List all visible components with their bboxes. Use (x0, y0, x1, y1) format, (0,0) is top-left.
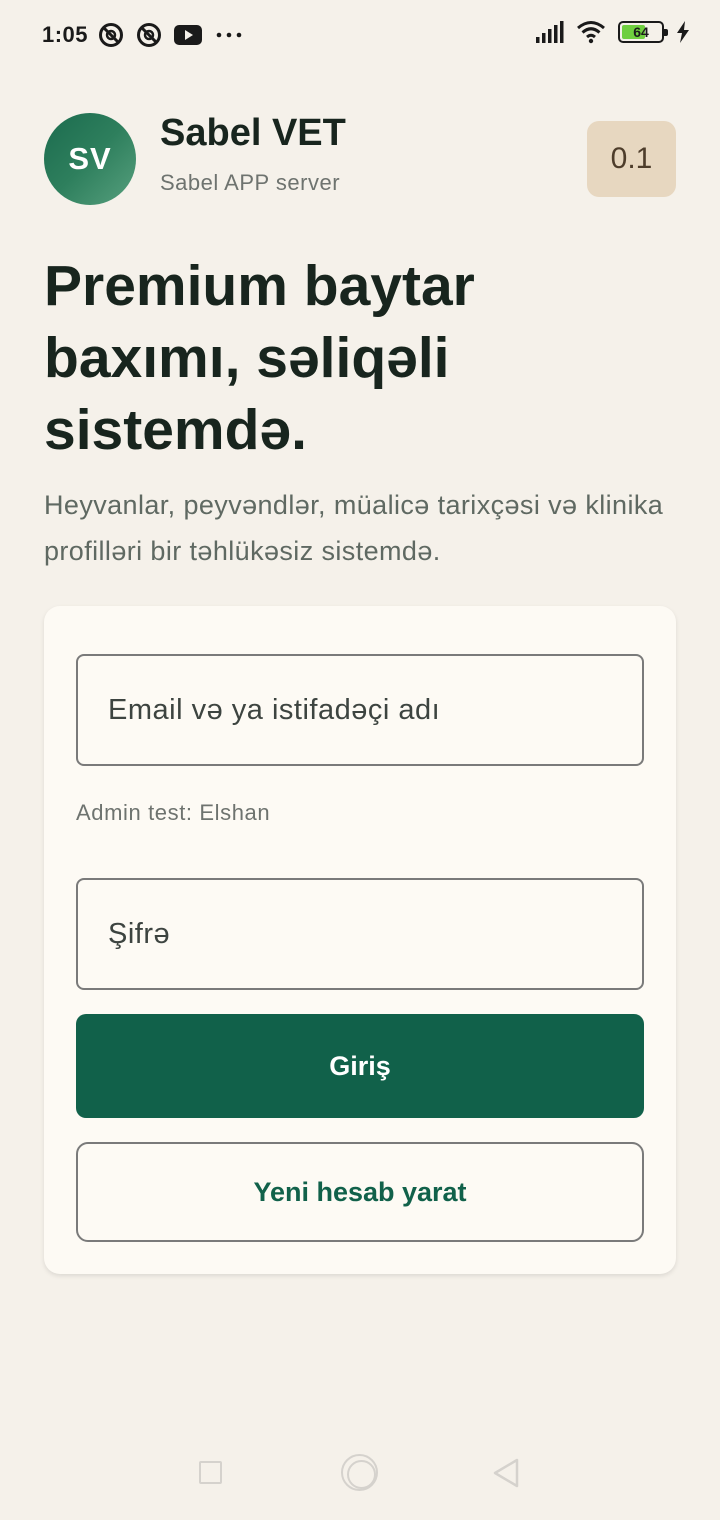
login-card: Admin test: Elshan Giriş Yeni hesab yara… (44, 606, 676, 1274)
charging-bolt-icon (677, 21, 689, 43)
status-bar: 1:05 64 (0, 0, 720, 70)
hero-title: Premium baytar baxımı, səliqəli sistemdə… (44, 254, 475, 462)
username-field[interactable] (76, 654, 644, 766)
vpn-shield-icon (137, 23, 161, 47)
version-badge: 0.1 (587, 121, 676, 197)
app-avatar: SV (44, 113, 136, 205)
vpn-shield-icon (99, 23, 123, 47)
status-system-icons: 64 (536, 20, 690, 44)
home-icon[interactable] (341, 1454, 378, 1491)
recent-apps-icon[interactable] (199, 1461, 222, 1484)
status-notification-icons (98, 22, 244, 48)
register-button[interactable]: Yeni hesab yarat (76, 1142, 644, 1242)
password-input[interactable] (108, 880, 618, 988)
signal-icon (536, 21, 564, 43)
app-title: Sabel VET (160, 112, 346, 154)
admin-hint: Admin test: Elshan (76, 800, 271, 825)
status-time: 1:05 (42, 22, 89, 47)
login-button[interactable]: Giriş (76, 1014, 644, 1118)
login-screen: 1:05 64 SV Sabel VET Sabel APP server 0.… (0, 0, 720, 1520)
wifi-icon (577, 21, 605, 44)
back-icon[interactable] (492, 1458, 520, 1488)
youtube-icon (174, 25, 202, 45)
more-dots-icon (216, 32, 242, 38)
hero-description: Heyvanlar, peyvəndlər, müalicə tarixçəsi… (44, 490, 664, 566)
password-field[interactable] (76, 878, 644, 990)
app-subtitle: Sabel APP server (160, 170, 341, 195)
username-input[interactable] (108, 656, 618, 764)
navigation-bar (0, 1430, 720, 1520)
battery-icon: 64 (618, 21, 668, 43)
battery-level: 64 (633, 24, 649, 40)
